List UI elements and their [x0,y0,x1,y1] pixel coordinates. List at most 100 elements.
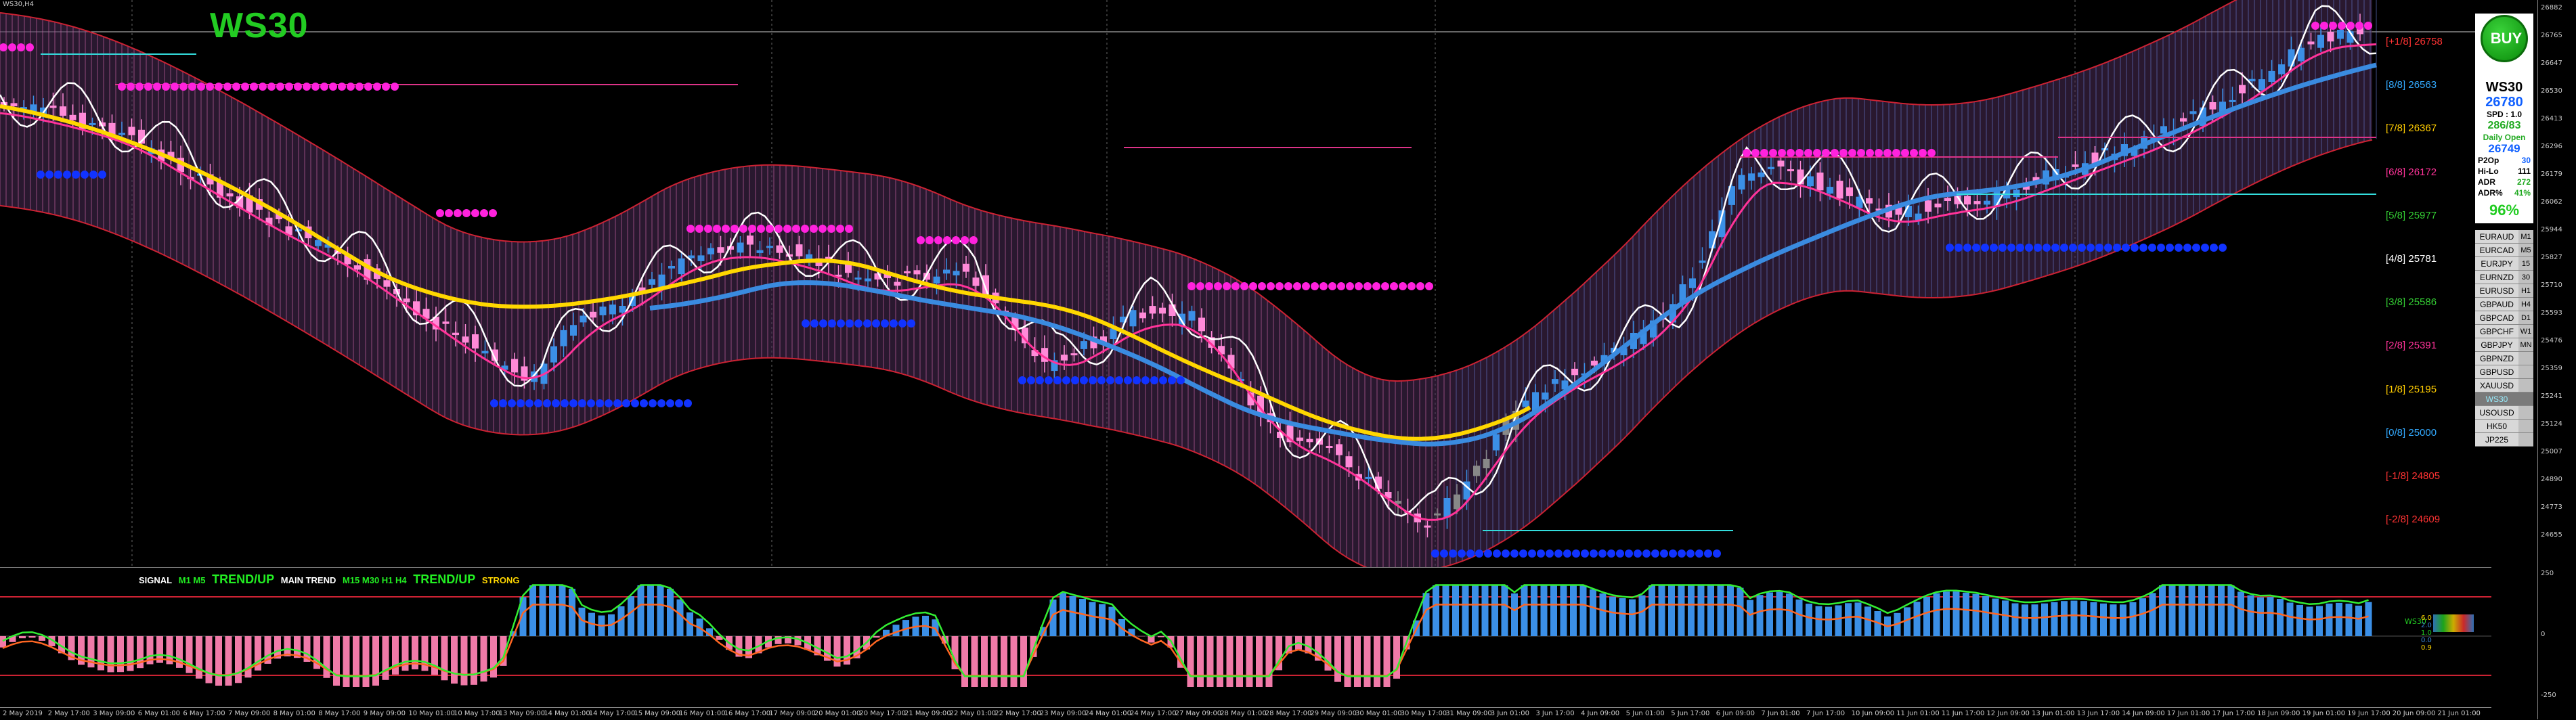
timeframe-button[interactable] [2518,379,2533,392]
resistance-dot [285,83,293,91]
symbol-name[interactable]: GBPJPY [2475,338,2518,352]
osc-bar [1197,636,1204,687]
symbol-list-item[interactable]: XAUUSD [2475,379,2533,392]
symbol-name[interactable]: EURCAD [2475,244,2518,257]
main-price-chart[interactable] [0,0,2491,568]
symbol-list-item[interactable]: EURNZD30 [2475,271,2533,284]
timeframe-button[interactable]: 30 [2518,271,2533,284]
time-tick-label: 13 Jun 01:00 [2032,710,2075,717]
osc-bar [2159,585,2166,636]
resistance-dot [1249,282,1257,290]
symbol-name[interactable]: USOUSD [2475,406,2518,420]
timeframe-button[interactable] [2518,420,2533,433]
timeframe-button[interactable]: 15 [2518,257,2533,271]
resistance-dot [757,225,765,233]
symbol-name[interactable]: HK50 [2475,420,2518,433]
osc-bar [215,636,222,686]
support-dot [2069,244,2077,252]
timeframe-button[interactable]: M1 [2518,230,2533,244]
support-dot [1946,244,1954,252]
timeframe-button[interactable]: H1 [2518,284,2533,298]
time-tick-label: 8 May 17:00 [318,710,360,717]
resistance-dot [730,225,739,233]
price-scale[interactable]: 2688226765266472653026413262962617926062… [2537,0,2576,719]
symbol-name[interactable]: EURJPY [2475,257,2518,271]
timeframe-button[interactable]: W1 [2518,325,2533,338]
resistance-dot [118,83,126,91]
timeframe-button[interactable] [2518,406,2533,420]
timeframe-button[interactable] [2518,433,2533,447]
panel-spread: SPD : 1.0 [2475,110,2533,119]
symbol-name[interactable]: GBPAUD [2475,298,2518,311]
symbol-name[interactable]: EURUSD [2475,284,2518,298]
symbol-name[interactable]: GBPUSD [2475,365,2518,379]
symbol-name[interactable]: XAUUSD [2475,379,2518,392]
symbol-name[interactable]: GBPCAD [2475,311,2518,325]
symbol-name[interactable]: GBPNZD [2475,352,2518,365]
support-dot [2157,244,2165,252]
symbol-list-item[interactable]: GBPUSD [2475,365,2533,379]
osc-bar [1747,600,1753,636]
osc-bar [1766,592,1773,636]
resistance-dot [1187,282,1196,290]
symbol-list-item[interactable]: EURUSDH1 [2475,284,2533,298]
support-dot [1484,549,1492,558]
resistance-dot [1839,149,1848,157]
timeframe-button[interactable]: D1 [2518,311,2533,325]
symbol-list-item[interactable]: EURAUDM1 [2475,230,2533,244]
candle-body [2269,71,2275,82]
support-dot [1493,549,1501,558]
support-dot [907,319,915,328]
resistance-dot [1390,282,1398,290]
symbol-name[interactable]: EURAUD [2475,230,2518,244]
timeframe-button[interactable] [2518,392,2533,406]
time-axis[interactable]: 2 May 20192 May 17:003 May 09:006 May 01… [0,707,2491,720]
symbol-list-item[interactable]: GBPJPYMN [2475,338,2533,352]
symbol-list-item[interactable]: EURCADM5 [2475,244,2533,257]
osc-bar [667,589,674,636]
candle-body [1984,201,1990,205]
time-tick-label: 27 May 09:00 [1175,710,1222,717]
resistance-dot [26,43,34,51]
support-dot [1651,549,1659,558]
candle-body [2160,126,2167,133]
symbol-list-item[interactable]: GBPAUDH4 [2475,298,2533,311]
support-dot [1963,244,1971,252]
timeframe-button[interactable]: M5 [2518,244,2533,257]
candle-body [443,321,450,324]
timeframe-button[interactable] [2518,365,2533,379]
symbol-list-item[interactable]: EURJPY15 [2475,257,2533,271]
candle-body [511,359,518,373]
symbol-list-item[interactable]: HK50 [2475,420,2533,433]
murrey-level-label: [0/8] 25000 [2386,427,2437,438]
symbol-name[interactable]: EURNZD [2475,271,2518,284]
symbol-list-item[interactable]: WS30 [2475,392,2533,406]
osc-bar [2130,602,2137,636]
resistance-dot [303,83,311,91]
osc-bar [1718,585,1724,636]
osc-bar [1521,585,1528,636]
candle-body [1080,341,1087,349]
osc-bar [1934,593,1940,636]
timeframe-button[interactable]: MN [2518,338,2533,352]
candle-body [1444,498,1451,517]
osc-bar [2198,585,2205,636]
symbol-name[interactable]: JP225 [2475,433,2518,447]
timeframe-button[interactable] [2518,352,2533,365]
symbol-name[interactable]: WS30 [2475,392,2518,406]
osc-bar [2316,606,2323,637]
symbol-list-item[interactable]: GBPCHFW1 [2475,325,2533,338]
support-dot [657,399,665,407]
osc-bar [2051,602,2058,636]
support-dot [2104,244,2112,252]
buy-button[interactable]: BUY [2481,15,2528,62]
symbol-list-item[interactable]: USOUSD [2475,406,2533,420]
symbol-list-item[interactable]: GBPNZD [2475,352,2533,365]
osc-bar [1511,593,1518,636]
symbol-list-item[interactable]: JP225 [2475,433,2533,447]
candle-body [1150,306,1156,313]
symbol-name[interactable]: GBPCHF [2475,325,2518,338]
oscillator-panel[interactable] [0,568,2491,707]
symbol-list-item[interactable]: GBPCADD1 [2475,311,2533,325]
timeframe-button[interactable]: H4 [2518,298,2533,311]
